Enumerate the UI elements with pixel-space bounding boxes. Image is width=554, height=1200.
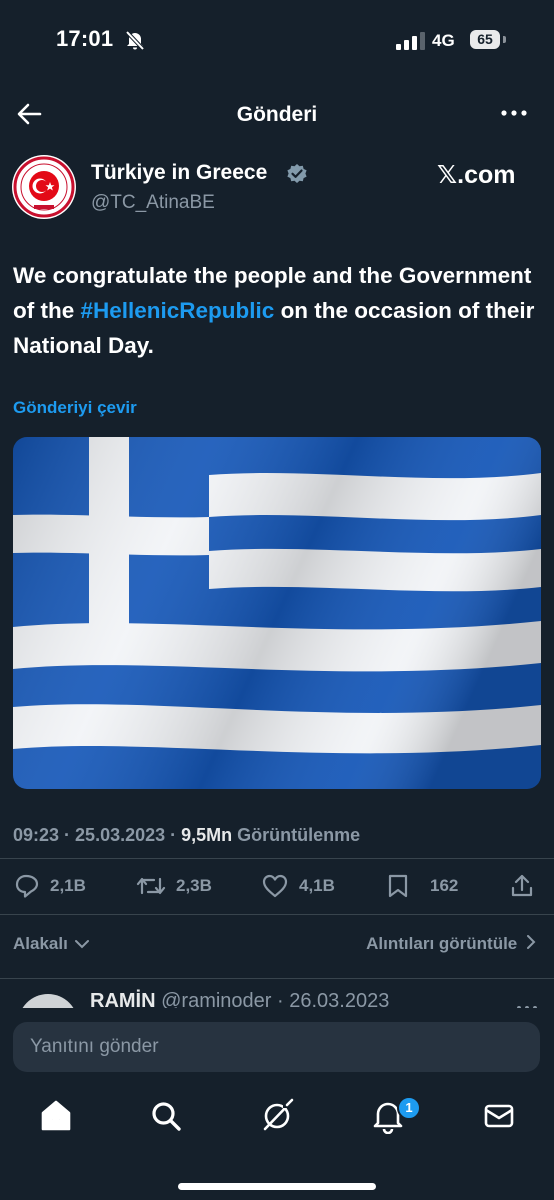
reply-icon (15, 874, 39, 898)
bottom-nav: 1 (0, 1086, 554, 1146)
grok-icon[interactable] (259, 1098, 295, 1134)
status-time: 17:01 (56, 26, 114, 51)
reply-count: 2,1B (50, 876, 86, 895)
author-handle[interactable]: @TC_AtinaBE (91, 192, 215, 214)
divider (0, 978, 554, 979)
retweet-button[interactable]: 2,3B (136, 872, 212, 900)
view-count: 9,5Mn (181, 825, 233, 845)
composer-placeholder: Yanıtını gönder (30, 1036, 159, 1057)
tweet-text: We congratulate the people and the Gover… (13, 258, 543, 363)
silent-bell-icon (125, 30, 145, 51)
bookmark-button[interactable]: 162 (386, 872, 458, 900)
like-button[interactable]: 4,1B (261, 872, 335, 900)
meta-separator: · (59, 825, 76, 845)
translate-link[interactable]: Gönderiyi çevir (13, 398, 137, 418)
divider (0, 914, 554, 915)
battery-icon (503, 36, 506, 43)
embassy-seal-icon (13, 156, 75, 218)
author-name[interactable]: Türkiye in Greece (91, 161, 267, 185)
reply-button[interactable]: 2,1B (14, 872, 86, 900)
tweet-image-greek-flag[interactable] (13, 437, 541, 789)
network-type: 4G (432, 31, 455, 50)
bookmark-count: 162 (430, 876, 459, 895)
page-title: Gönderi (236, 103, 318, 126)
home-indicator[interactable] (178, 1183, 376, 1190)
heart-icon (262, 874, 288, 898)
chevron-right-icon (527, 935, 536, 949)
view-quotes-label: Alıntıları görüntüle (366, 934, 518, 953)
verified-badge-icon (287, 164, 307, 183)
chevron-down-icon (74, 940, 89, 949)
notification-badge: 1 (397, 1096, 421, 1120)
reply-composer-input[interactable]: Yanıtını gönder (13, 1022, 540, 1072)
share-icon (511, 874, 533, 897)
retweet-icon (136, 877, 166, 895)
share-button[interactable] (510, 872, 534, 900)
greek-flag-image (13, 437, 541, 789)
views-label: Görüntülenme (232, 825, 361, 845)
related-sort-dropdown[interactable]: Alakalı (13, 934, 89, 954)
tweet-meta: 09:23 · 25.03.2023 · 9,5Mn Görüntülenme (13, 825, 360, 846)
home-icon[interactable] (38, 1098, 74, 1134)
tweet-time: 09:23 (13, 825, 60, 845)
messages-mail-icon[interactable] (481, 1098, 517, 1134)
avatar[interactable] (12, 155, 76, 219)
related-label: Alakalı (13, 934, 68, 953)
divider (0, 858, 554, 859)
battery-level: 65 (470, 30, 500, 49)
retweet-count: 2,3B (176, 876, 212, 895)
bookmark-icon (388, 874, 408, 898)
more-options-icon[interactable] (500, 108, 528, 118)
like-count: 4,1B (299, 876, 335, 895)
search-icon[interactable] (148, 1098, 184, 1134)
tweet-date: 25.03.2023 (75, 825, 166, 845)
signal-icon (396, 32, 425, 50)
hashtag-link[interactable]: #HellenicRepublic (81, 298, 275, 323)
meta-separator: · (165, 825, 182, 845)
view-quotes-link[interactable]: Alıntıları görüntüle (366, 934, 536, 954)
x-com-logo: 𝕏.com (437, 161, 516, 189)
